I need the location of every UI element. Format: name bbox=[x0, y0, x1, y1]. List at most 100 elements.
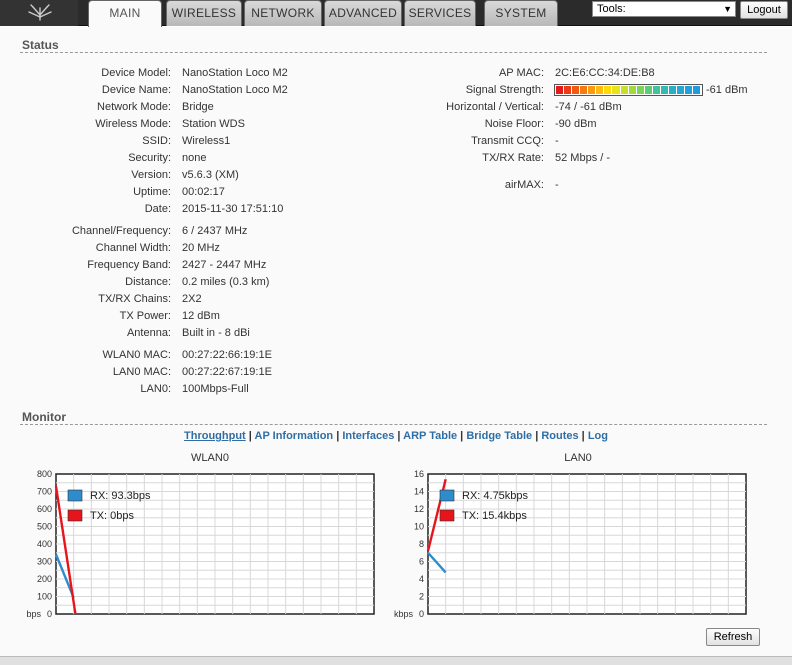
signal-segment bbox=[668, 86, 676, 94]
wlan0-throughput-chart: 0 100 200 300 400 500 600 700 800 bps RX: 93.3bps T… bbox=[26, 469, 375, 619]
ubiquiti-logo bbox=[0, 0, 78, 26]
link-separator: | bbox=[457, 430, 467, 442]
wlan0-mac-value: 00:27:22:66:19:1E bbox=[182, 349, 272, 361]
noise-floor-value: -90 dBm bbox=[555, 118, 597, 130]
frequency-band-value: 2427 - 2447 MHz bbox=[182, 259, 267, 271]
signal-segment bbox=[628, 86, 636, 94]
signal-segment bbox=[620, 86, 628, 94]
noise-floor-label: Noise Floor: bbox=[484, 118, 544, 130]
signal-strength-bar bbox=[554, 84, 703, 96]
tx-rx-chains-label: TX/RX Chains: bbox=[98, 293, 171, 305]
monitor-link-ap-information[interactable]: AP Information bbox=[255, 430, 334, 442]
signal-segment bbox=[636, 86, 644, 94]
logout-button[interactable]: Logout bbox=[740, 1, 788, 19]
tab-system[interactable]: SYSTEM bbox=[484, 0, 558, 26]
signal-segment bbox=[564, 86, 572, 94]
link-separator: | bbox=[578, 430, 588, 442]
uptime-value: 00:02:17 bbox=[182, 186, 225, 198]
monitor-section-title: Monitor bbox=[22, 410, 66, 424]
y-tick-label: 0 bbox=[419, 609, 424, 619]
legend-label: TX: 15.4kbps bbox=[462, 510, 527, 522]
signal-segment bbox=[612, 86, 620, 94]
tab-wireless[interactable]: WIRELESS bbox=[166, 0, 242, 26]
tools-dropdown-value: Tools: bbox=[597, 3, 626, 15]
tx-rx-rate-label: TX/RX Rate: bbox=[482, 152, 544, 164]
y-tick-label: 100 bbox=[37, 592, 52, 602]
frequency-band-label: Frequency Band: bbox=[87, 259, 171, 271]
horizontal-vertical-label: Horizontal / Vertical: bbox=[446, 101, 544, 113]
version-label: Version: bbox=[131, 169, 171, 181]
tools-dropdown[interactable]: Tools: ▼ bbox=[592, 1, 736, 17]
signal-segment bbox=[604, 86, 612, 94]
monitor-link-bridge-table[interactable]: Bridge Table bbox=[466, 430, 532, 442]
signal-segment bbox=[693, 86, 701, 94]
y-tick-label: 400 bbox=[37, 539, 52, 549]
signal-segment bbox=[652, 86, 660, 94]
monitor-link-throughput[interactable]: Throughput bbox=[184, 430, 246, 442]
y-tick-label: 6 bbox=[419, 557, 424, 567]
monitor-links: Throughput | AP Information | Interfaces… bbox=[0, 430, 792, 442]
version-value: v5.6.3 (XM) bbox=[182, 169, 239, 181]
lan0-mac-label: LAN0 MAC: bbox=[112, 366, 171, 378]
tab-services[interactable]: SERVICES bbox=[404, 0, 476, 26]
link-separator: | bbox=[333, 430, 343, 442]
tab-advanced[interactable]: ADVANCED bbox=[324, 0, 402, 26]
date-value: 2015-11-30 17:51:10 bbox=[182, 203, 284, 215]
channel-frequency-value: 6 / 2437 MHz bbox=[182, 225, 248, 237]
tab-main[interactable]: MAIN bbox=[88, 0, 162, 27]
legend-swatch bbox=[67, 489, 83, 502]
status-section-title: Status bbox=[22, 38, 59, 52]
transmit-ccq-label: Transmit CCQ: bbox=[471, 135, 544, 147]
ssid-value: Wireless1 bbox=[182, 135, 231, 147]
transmit-ccq-value: - bbox=[555, 135, 559, 147]
signal-segment bbox=[596, 86, 604, 94]
tx-power-label: TX Power: bbox=[119, 310, 171, 322]
y-tick-label: 0 bbox=[47, 609, 52, 619]
monitor-link-routes[interactable]: Routes bbox=[541, 430, 578, 442]
y-tick-label: 500 bbox=[37, 522, 52, 532]
lan0-value: 100Mbps-Full bbox=[182, 383, 249, 395]
tx-rx-chains-value: 2X2 bbox=[182, 293, 202, 305]
lan0-mac-value: 00:27:22:67:19:1E bbox=[182, 366, 272, 378]
airmax-label: airMAX: bbox=[504, 179, 544, 191]
legend-swatch bbox=[439, 509, 455, 522]
y-tick-label: 700 bbox=[37, 487, 52, 497]
legend-label: RX: 93.3bps bbox=[90, 490, 151, 502]
legend-label: RX: 4.75kbps bbox=[462, 490, 529, 502]
refresh-button[interactable]: Refresh bbox=[706, 628, 760, 646]
distance-label: Distance: bbox=[125, 276, 171, 288]
y-tick-label: 300 bbox=[37, 557, 52, 567]
channel-frequency-label: Channel/Frequency: bbox=[71, 225, 171, 237]
y-tick-label: 16 bbox=[414, 469, 424, 479]
signal-segment bbox=[580, 86, 588, 94]
signal-segment bbox=[572, 86, 580, 94]
signal-segment bbox=[676, 86, 684, 94]
signal-segment bbox=[644, 86, 652, 94]
network-mode-label: Network Mode: bbox=[97, 101, 171, 113]
monitor-link-arp-table[interactable]: ARP Table bbox=[403, 430, 457, 442]
signal-strength-label: Signal Strength: bbox=[465, 84, 544, 96]
channel-width-value: 20 MHz bbox=[182, 242, 220, 254]
lan0-chart-title: LAN0 bbox=[564, 452, 592, 464]
y-tick-label: 14 bbox=[414, 487, 424, 497]
monitor-link-log[interactable]: Log bbox=[588, 430, 608, 442]
y-tick-label: 12 bbox=[414, 504, 424, 514]
legend-label: TX: 0bps bbox=[90, 510, 135, 522]
tx-power-value: 12 dBm bbox=[182, 310, 220, 322]
y-unit-label: kbps bbox=[394, 609, 414, 619]
ubnt-logo-icon bbox=[28, 4, 52, 21]
signal-segment bbox=[588, 86, 596, 94]
lan0-label: LAN0: bbox=[140, 383, 171, 395]
signal-segment bbox=[685, 86, 693, 94]
antenna-label: Antenna: bbox=[126, 327, 171, 339]
monitor-link-interfaces[interactable]: Interfaces bbox=[342, 430, 394, 442]
legend-swatch bbox=[439, 489, 455, 502]
wireless-mode-value: Station WDS bbox=[182, 118, 245, 130]
link-separator: | bbox=[245, 430, 255, 442]
y-tick-label: 600 bbox=[37, 504, 52, 514]
security-value: none bbox=[182, 152, 207, 164]
tab-network[interactable]: NETWORK bbox=[244, 0, 322, 26]
link-separator: | bbox=[394, 430, 404, 442]
wlan0-chart-title: WLAN0 bbox=[191, 452, 229, 464]
device-model-value: NanoStation Loco M2 bbox=[182, 67, 288, 79]
